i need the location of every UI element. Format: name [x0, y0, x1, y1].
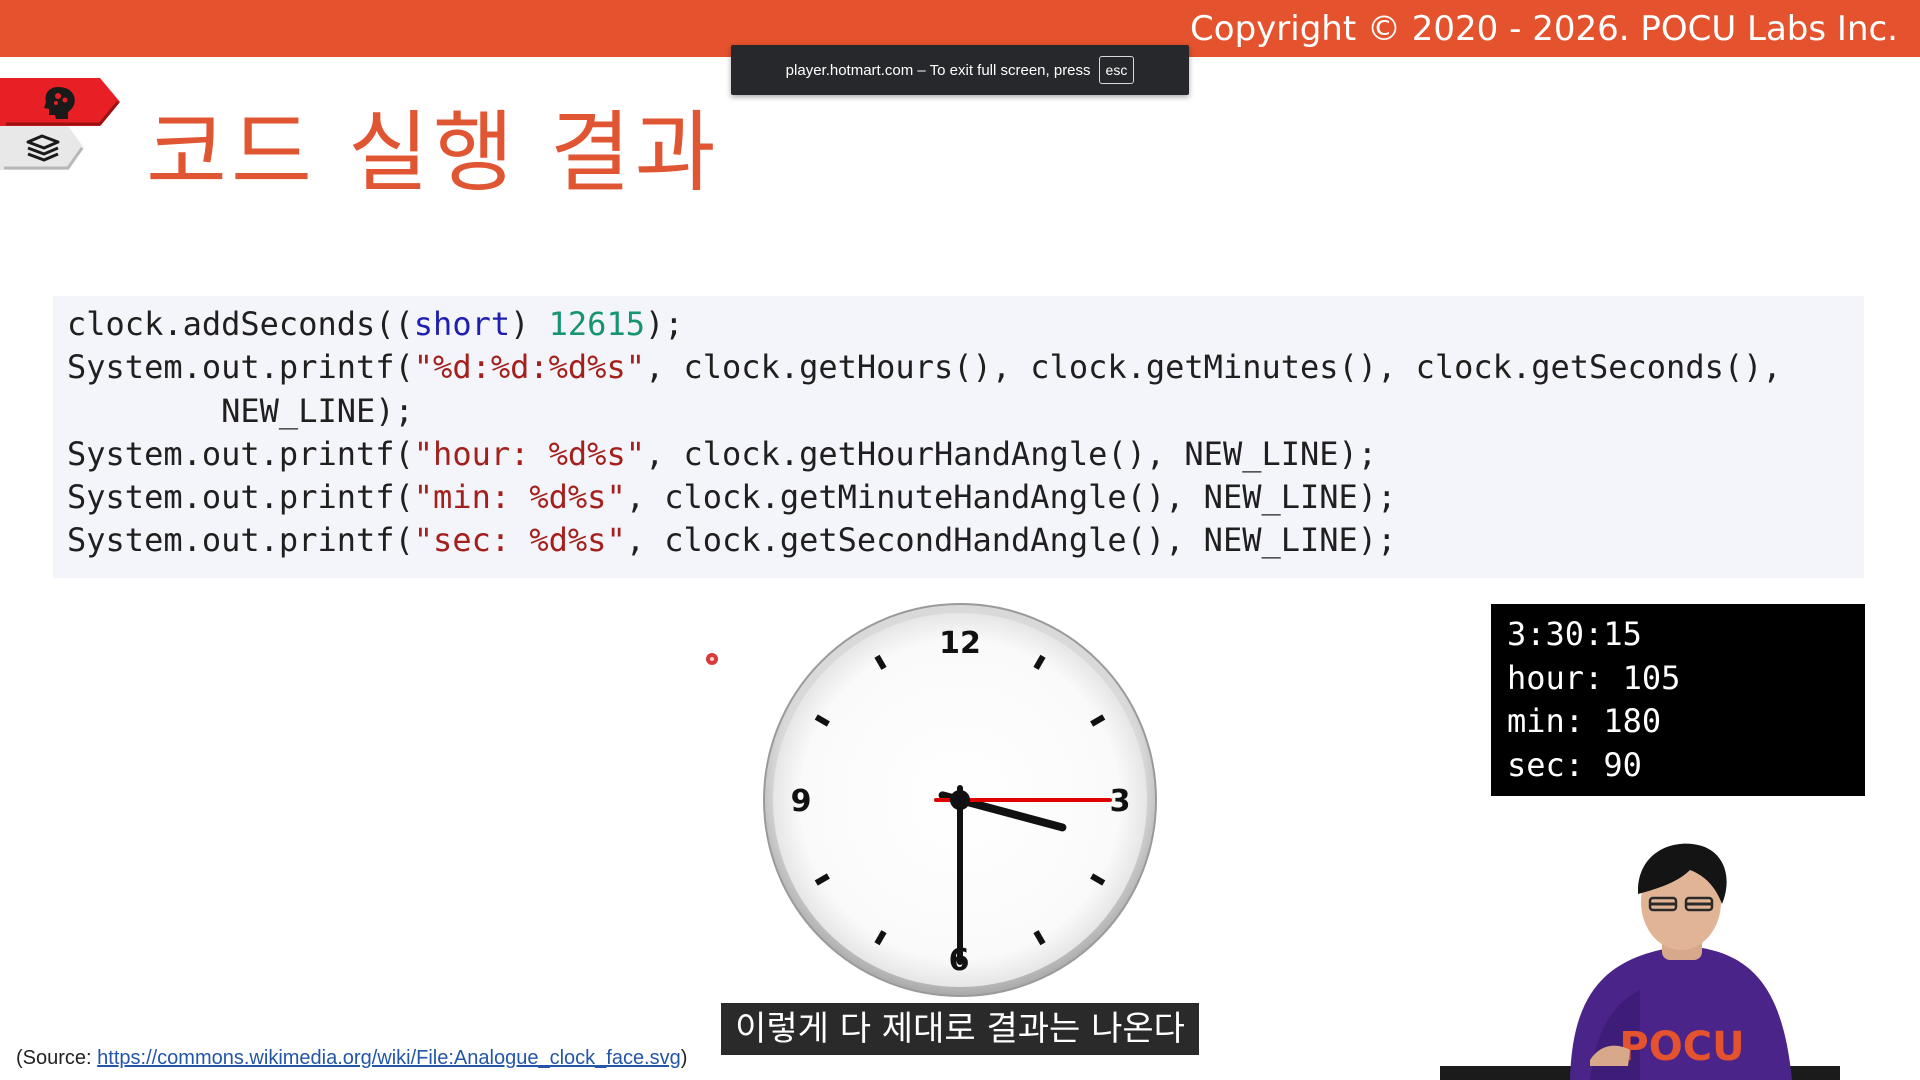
code-token: NEW_LINE); — [67, 391, 414, 430]
code-token: System.out.printf( — [67, 434, 414, 473]
clock-number-3: 3 — [1110, 784, 1131, 819]
clock-number-12: 12 — [939, 626, 981, 661]
fullscreen-notice: player.hotmart.com – To exit full screen… — [731, 45, 1189, 95]
source-citation: (Source: https://commons.wikimedia.org/w… — [16, 1044, 687, 1072]
source-prefix: (Source: — [16, 1047, 98, 1069]
analog-clock-face: 12 3 6 9 — [763, 603, 1157, 997]
fullscreen-notice-text: player.hotmart.com – To exit full screen… — [785, 61, 1091, 79]
code-token: , clock.getHours(), clock.getMinutes(), … — [644, 348, 1782, 387]
code-token: "sec: %d%s" — [413, 521, 626, 560]
code-line: System.out.printf("%d:%d:%d%s", clock.ge… — [67, 348, 1782, 386]
code-token: "min: %d%s" — [413, 478, 626, 517]
code-token: short — [413, 305, 511, 343]
console-line-hour: hour: 105 — [1507, 658, 1681, 697]
code-token: , clock.getSecondHandAngle(), NEW_LINE); — [625, 521, 1397, 560]
code-token: ); — [644, 305, 684, 343]
code-token: "hour: %d%s" — [413, 434, 645, 473]
code-token: , clock.getHourHandAngle(), NEW_LINE); — [644, 434, 1378, 473]
code-token: System.out.printf( — [67, 348, 414, 387]
clock-center-pin — [950, 790, 970, 810]
copyright-text: Copyright © 2020 - 2026. POCU Labs Inc. — [1190, 9, 1898, 49]
presenter-webcam: POCU — [1440, 843, 1840, 1080]
code-token: 12615 — [548, 305, 645, 343]
brain-badge-icon — [0, 78, 120, 126]
slide-title: 코드 실행 결과 — [146, 101, 720, 204]
code-token: clock.addSeconds(( — [67, 305, 414, 343]
code-token: System.out.printf( — [67, 521, 414, 560]
console-line-min: min: 180 — [1507, 702, 1662, 740]
code-token: System.out.printf( — [67, 478, 414, 517]
video-caption: 이렇게 다 제대로 결과는 나온다 — [721, 1003, 1199, 1055]
esc-key-hint: esc — [1098, 56, 1135, 84]
book-stack-badge-icon — [0, 126, 84, 170]
pointer-cursor — [706, 653, 718, 665]
console-line-sec: sec: 90 — [1507, 745, 1642, 784]
console-output: 3:30:15 hour: 105 min: 180 sec: 90 — [1491, 604, 1865, 796]
code-line: clock.addSeconds((short) 12615); — [67, 305, 684, 343]
code-token: "%d:%d:%d%s" — [413, 348, 645, 387]
code-token: ) — [510, 305, 549, 343]
code-block: clock.addSeconds((short) 12615); System.… — [53, 296, 1864, 578]
video-frame: Copyright © 2020 - 2026. POCU Labs Inc. … — [0, 0, 1920, 1080]
clock-number-9: 9 — [791, 784, 812, 819]
code-line: System.out.printf("min: %d%s", clock.get… — [67, 478, 1396, 516]
code-token: , clock.getMinuteHandAngle(), NEW_LINE); — [625, 478, 1397, 517]
code-text: clock.addSeconds((short) 12615); System.… — [67, 303, 1782, 563]
source-link[interactable]: https://commons.wikimedia.org/wiki/File:… — [97, 1047, 681, 1069]
code-line: NEW_LINE); — [67, 392, 414, 430]
source-suffix: ) — [680, 1047, 688, 1069]
code-line: System.out.printf("sec: %d%s", clock.get… — [67, 521, 1396, 559]
code-line: System.out.printf("hour: %d%s", clock.ge… — [67, 435, 1377, 473]
console-line-time: 3:30:15 — [1507, 615, 1642, 653]
svg-text:POCU: POCU — [1619, 1024, 1744, 1070]
